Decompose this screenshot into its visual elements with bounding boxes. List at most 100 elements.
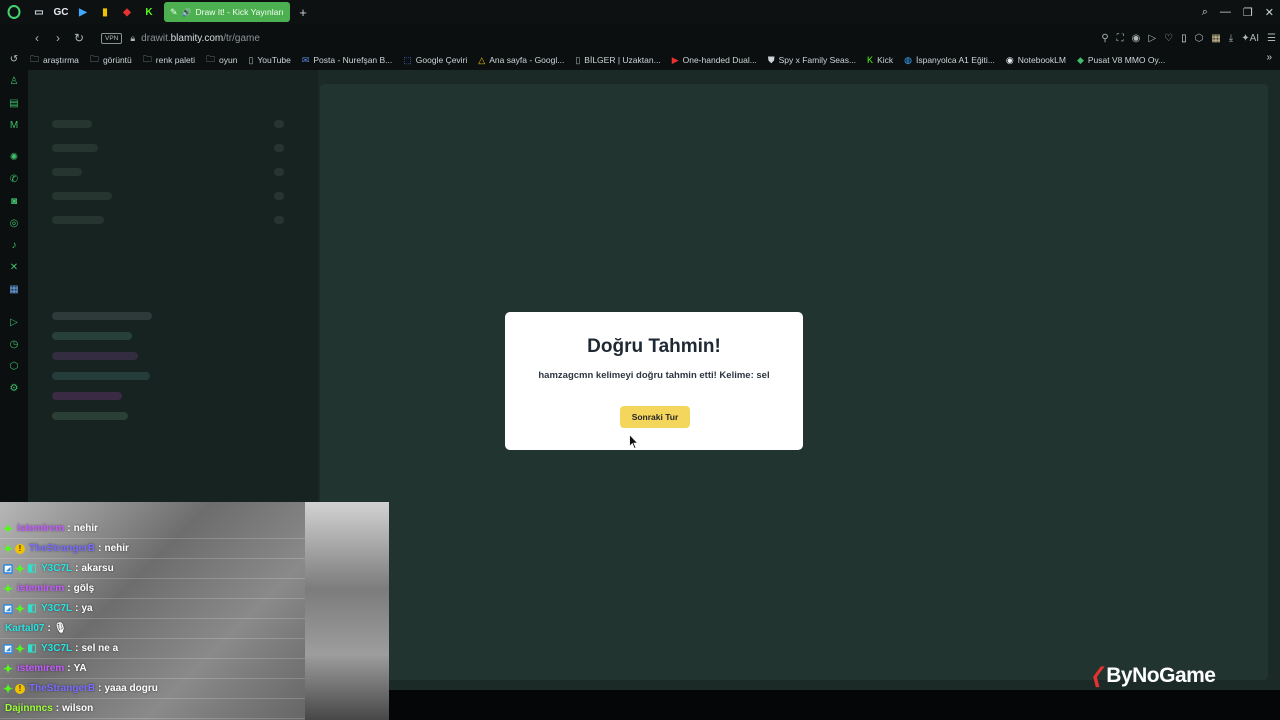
chat-username[interactable]: Y3C7L: [41, 563, 72, 574]
heart-icon[interactable]: ♡: [1164, 33, 1173, 44]
download-icon[interactable]: ⤓: [1229, 33, 1233, 44]
chat-username[interactable]: Dajinnncs: [5, 703, 53, 714]
stream-chat-overlay: ✦ istemirem: nehir ✦! TheStrangerB: nehir ◩ ✦ ◧ Y…: [0, 502, 389, 720]
menu-icon[interactable]: ☰: [1267, 33, 1276, 44]
whatsapp-icon[interactable]: ✆: [7, 172, 21, 186]
settings-icon[interactable]: ⚙: [7, 381, 21, 395]
bookmark-item[interactable]: ✉ Posta - Nurefşan B...: [302, 55, 392, 66]
vip-badge-icon: ◩: [3, 643, 13, 654]
player-score: [274, 216, 284, 224]
tab-draw-it[interactable]: ✎ 🔊 Draw It! - Kick Yayınları: [164, 2, 290, 22]
url-path: /tr/game: [223, 32, 260, 44]
search-tabs-icon[interactable]: ⌕: [1202, 6, 1208, 19]
bookmark-item[interactable]: 🗀 renk paleti: [143, 52, 195, 68]
extensions-icon[interactable]: ⬡: [1195, 33, 1204, 44]
kick-icon: K: [867, 55, 874, 65]
play-icon[interactable]: ▶: [72, 0, 94, 24]
bookmark-item[interactable]: K Kick: [867, 55, 893, 65]
discord-icon[interactable]: ◙: [7, 194, 21, 208]
restore-icon[interactable]: ❐: [1243, 6, 1253, 19]
red-icon[interactable]: ◆: [116, 0, 138, 24]
chat-message: ✦ istemirem: nehir: [0, 519, 306, 539]
chat-message: Dajinnncs: wilson: [0, 699, 306, 719]
back-icon[interactable]: ‹: [28, 28, 46, 48]
bookmark-item[interactable]: ◍ İspanyolca A1 Eğiti...: [904, 55, 995, 66]
speed-dial-icon[interactable]: ↺: [7, 52, 21, 66]
tab-audio-icon[interactable]: 🔊: [182, 8, 192, 17]
extensions-side-icon[interactable]: ⬡: [7, 359, 21, 373]
chat-username[interactable]: istemirem: [17, 523, 64, 534]
bookmark-label: görüntü: [102, 55, 132, 65]
music-icon[interactable]: M: [7, 118, 21, 132]
history-icon[interactable]: ◷: [7, 337, 21, 351]
kick-icon[interactable]: K: [138, 0, 160, 24]
chat-message: ◩ ✦ ◧ Y3C7L: sel ne a: [0, 639, 306, 659]
chatgpt-icon[interactable]: ✺: [7, 150, 21, 164]
minimize-icon[interactable]: —: [1220, 6, 1231, 18]
modal-message: hamzagcmn kelimeyi doğru tahmin etti! Ke…: [538, 370, 770, 381]
player-score: [274, 192, 284, 200]
chat-separator: :: [98, 683, 102, 694]
lock-icon[interactable]: 🔒︎: [130, 33, 135, 44]
opera-logo-icon[interactable]: [0, 0, 28, 24]
bookmark-item[interactable]: ◉ NotebookLM: [1006, 55, 1066, 66]
instagram-icon[interactable]: ◎: [7, 216, 21, 230]
bookmark-label: BİLGER | Uzaktan...: [584, 55, 661, 65]
bookmark-item[interactable]: 🗀 görüntü: [90, 52, 132, 68]
chat-username[interactable]: TheStrangerB: [29, 683, 95, 694]
x-icon[interactable]: ✕: [7, 260, 21, 274]
flow-icon[interactable]: ▷: [1148, 33, 1156, 44]
verified-badge-icon: ✦: [3, 661, 14, 676]
chat-username[interactable]: Y3C7L: [41, 603, 72, 614]
bookmark-item[interactable]: ◆ Pusat V8 MMO Oy...: [1077, 55, 1165, 66]
gift-badge-icon: !: [15, 543, 25, 554]
bookmark-item[interactable]: ▯ YouTube: [248, 55, 290, 66]
verified-badge-icon: ✦: [3, 541, 14, 556]
video-icon: ▶: [671, 54, 679, 65]
verified-badge-icon: ✦: [15, 641, 26, 656]
tiktok-icon[interactable]: ♪: [7, 238, 21, 252]
bookmark-item[interactable]: △ Ana sayfa - Googl...: [478, 55, 564, 66]
chat-username[interactable]: Y3C7L: [41, 643, 72, 654]
gc-icon[interactable]: GC: [50, 0, 72, 24]
next-round-button[interactable]: Sonraki Tur: [620, 406, 690, 428]
extension-image-icon[interactable]: ▦: [1211, 33, 1220, 44]
chat-username[interactable]: Kartal07: [5, 623, 44, 634]
chat-username[interactable]: TheStrangerB: [29, 543, 95, 554]
url-prefix: drawit.: [141, 32, 171, 44]
bars-icon[interactable]: ▮: [94, 0, 116, 24]
messenger-icon[interactable]: ▭: [28, 0, 50, 24]
player-row: [52, 216, 104, 224]
notes-icon[interactable]: ▯: [1181, 33, 1187, 44]
reload-icon[interactable]: ↻: [70, 28, 88, 48]
bookmark-label: Ana sayfa - Googl...: [489, 55, 565, 65]
translate-icon[interactable]: ▦: [7, 282, 21, 296]
bookmarks-more-icon[interactable]: »: [1266, 52, 1272, 63]
bookmark-item[interactable]: ▶ One-handed Dual...: [672, 55, 757, 66]
snapshot-icon[interactable]: ⛶: [1117, 33, 1124, 44]
pocket-icon[interactable]: ◉: [1132, 33, 1141, 44]
aria-icon[interactable]: ♙: [7, 74, 21, 88]
drive-icon: △: [478, 54, 486, 65]
player-icon[interactable]: ▷: [7, 315, 21, 329]
wallet-icon[interactable]: ▤: [7, 96, 21, 110]
bynogame-logo: ❬ ByNoGame: [1088, 663, 1216, 688]
bookmark-label: Pusat V8 MMO Oy...: [1087, 55, 1166, 65]
close-icon[interactable]: ✕: [1265, 6, 1274, 19]
bookmark-item[interactable]: ⬚ Google Çeviri: [403, 55, 467, 66]
pin-icon[interactable]: ⚲: [1101, 33, 1108, 44]
player-score: [274, 168, 284, 176]
bookmark-item[interactable]: ⛊ Spy x Family Seas...: [768, 55, 856, 66]
forward-icon[interactable]: ›: [49, 28, 67, 48]
bookmark-item[interactable]: 🗀 araştırma: [30, 52, 79, 68]
chat-username[interactable]: istemirem: [17, 663, 64, 674]
ai-button[interactable]: ✦AI: [1241, 33, 1259, 44]
chat-text: sel ne a: [81, 643, 119, 654]
new-tab-button[interactable]: +: [294, 3, 312, 21]
chat-username[interactable]: istemirem: [17, 583, 64, 594]
vpn-badge[interactable]: VPN: [101, 32, 123, 44]
bookmark-item[interactable]: ▯ BİLGER | Uzaktan...: [575, 55, 660, 66]
bookmark-item[interactable]: 🗀 oyun: [206, 52, 237, 68]
url-field[interactable]: drawit.blamity.com/tr/game: [141, 33, 260, 44]
bookmark-label: İspanyolca A1 Eğiti...: [915, 55, 995, 65]
